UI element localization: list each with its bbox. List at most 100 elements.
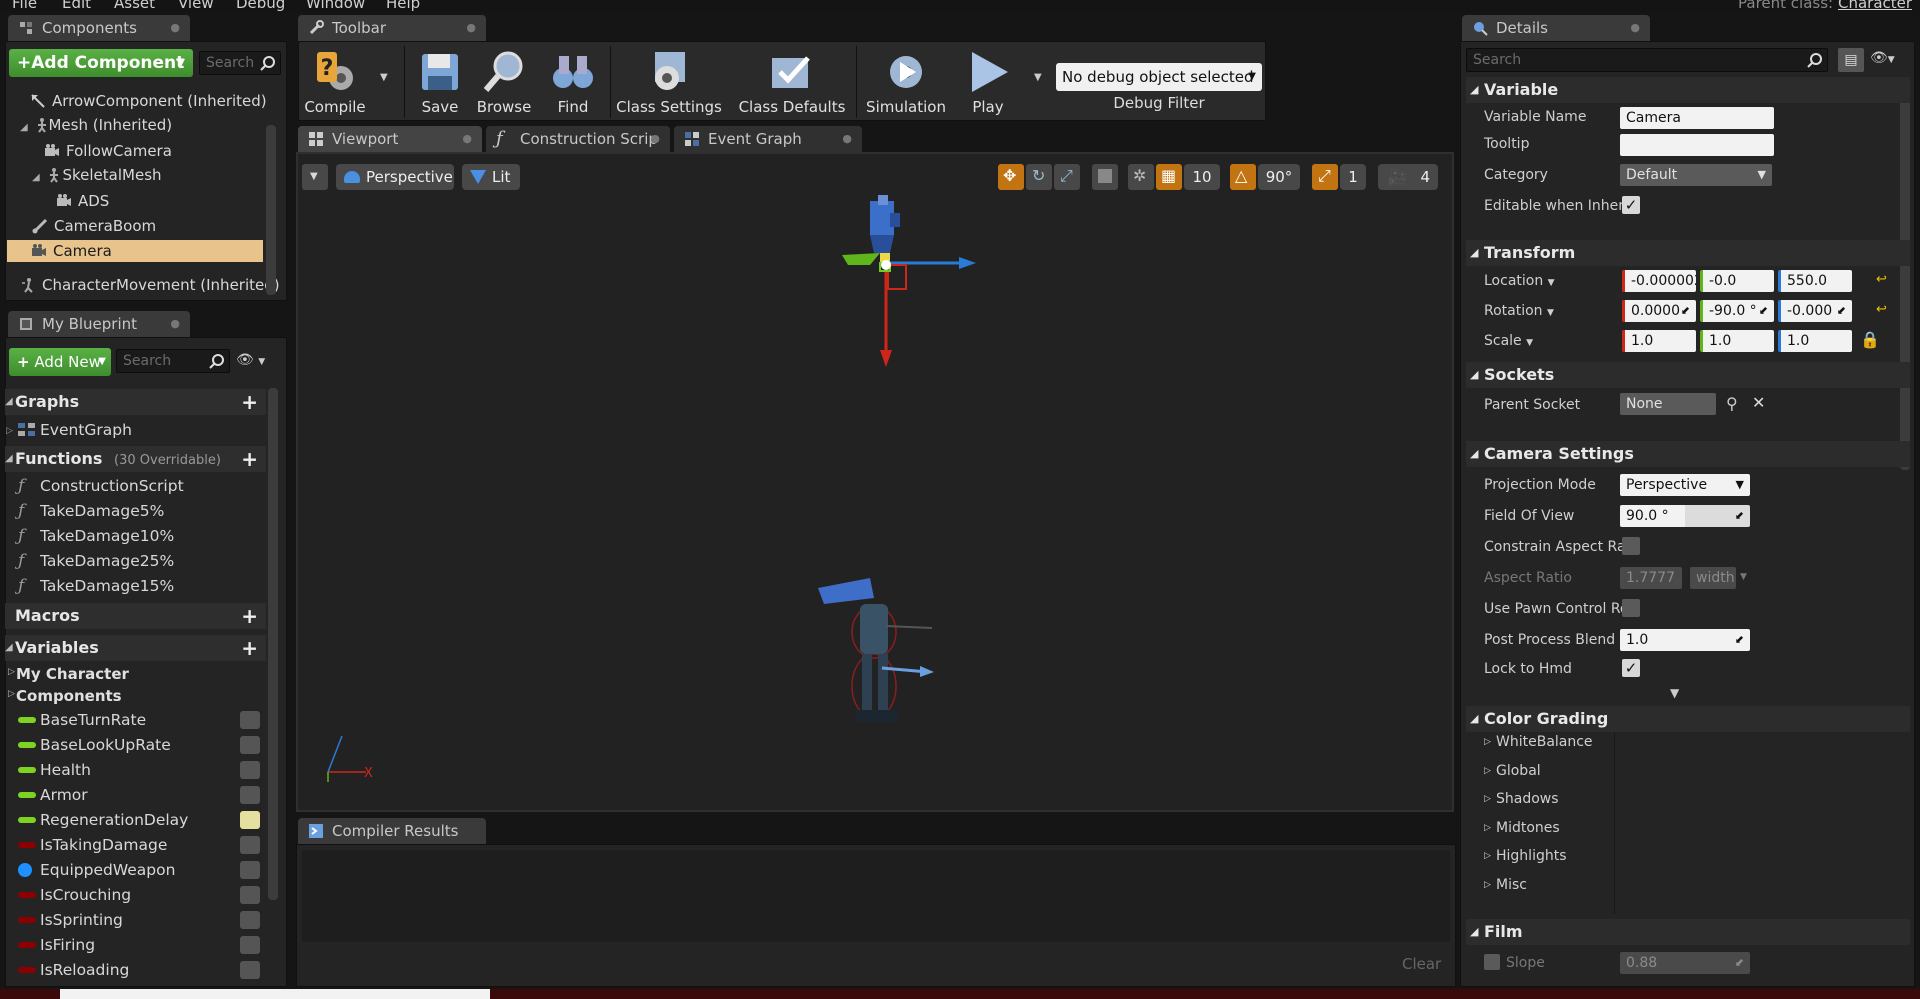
variable-row[interactable]: IsFiring	[14, 934, 260, 956]
tree-item-cameraboom[interactable]: CameraBoom	[32, 215, 156, 237]
close-icon[interactable]: ●	[170, 311, 180, 337]
color-grading-item[interactable]: ▷ WhiteBalance	[1484, 734, 1593, 750]
color-grading-item[interactable]: ▷ Misc	[1484, 877, 1527, 893]
section-variable[interactable]: ◢ Variable	[1466, 77, 1910, 103]
function-item[interactable]: ƒ TakeDamage5%	[14, 500, 164, 522]
scale-snap-toggle[interactable]: ⤢	[1312, 164, 1338, 190]
tree-item-charactermovement[interactable]: CharacterMovement (Inherited)	[20, 274, 280, 296]
section-film[interactable]: ◢ Film	[1466, 919, 1910, 945]
function-item[interactable]: ƒ ConstructionScript	[14, 475, 184, 497]
scale-x-input[interactable]: 1.0	[1622, 330, 1696, 352]
menu-file[interactable]: File	[12, 0, 37, 12]
variable-row[interactable]: IsTakingDamage	[14, 834, 260, 856]
section-sockets[interactable]: ◢ Sockets	[1466, 362, 1910, 388]
add-new-button[interactable]: + Add New ▼	[9, 348, 111, 376]
lock-to-hmd-checkbox[interactable]: ✓	[1622, 659, 1640, 677]
variable-group-my-character[interactable]: ▷ My Character	[8, 665, 129, 683]
function-item[interactable]: ƒ TakeDamage15%	[14, 575, 174, 597]
scale-tool-button[interactable]: ⤢	[1054, 164, 1080, 190]
location-label[interactable]: Location ▼	[1484, 273, 1555, 289]
variables-category[interactable]: ◢ Variables +	[5, 635, 266, 661]
section-camera-settings[interactable]: ◢ Camera Settings	[1466, 441, 1910, 467]
close-icon[interactable]: ●	[650, 126, 660, 152]
tab-event-graph[interactable]: Event Graph ●	[674, 126, 862, 152]
lock-icon[interactable]: 🔒	[1860, 330, 1880, 349]
surface-snap-button[interactable]: ✲	[1128, 164, 1154, 190]
tab-compiler-results[interactable]: Compiler Results	[298, 818, 486, 844]
details-search-input[interactable]: Search	[1466, 48, 1828, 72]
blueprint-search-input[interactable]: Search	[116, 349, 230, 373]
variable-row[interactable]: EquippedWeapon	[14, 859, 260, 881]
variable-row[interactable]: Armor	[14, 784, 260, 806]
close-icon[interactable]: ●	[466, 15, 476, 41]
category-select[interactable]: Default ▼	[1620, 164, 1772, 186]
reset-rotation-icon[interactable]: ↩	[1876, 302, 1887, 317]
parent-class-link[interactable]: Character	[1838, 0, 1912, 12]
grid-snap-value[interactable]: 10	[1184, 164, 1220, 190]
use-pawn-control-rotation-checkbox[interactable]	[1622, 599, 1640, 617]
add-component-button[interactable]: +Add Component ▼	[9, 49, 193, 77]
eye-closed-icon[interactable]	[240, 786, 260, 804]
find-button[interactable]: Find	[540, 46, 606, 118]
rotate-tool-button[interactable]: ↻	[1026, 164, 1052, 190]
color-grading-item[interactable]: ▷ Shadows	[1484, 791, 1559, 807]
rotation-z-input[interactable]: -0.000 ⬋	[1778, 300, 1852, 322]
eye-closed-icon[interactable]	[240, 936, 260, 954]
debug-object-select[interactable]: No debug object selected ▼	[1056, 63, 1262, 91]
eye-closed-icon[interactable]	[240, 736, 260, 754]
view-options-eye-icon[interactable]: 👁 ▼	[236, 352, 276, 372]
constrain-aspect-ratio-checkbox[interactable]	[1622, 537, 1640, 555]
color-grading-item[interactable]: ▷ Global	[1484, 763, 1541, 779]
projection-mode-select[interactable]: Perspective ▼	[1620, 474, 1750, 496]
eye-closed-icon[interactable]	[240, 836, 260, 854]
translate-tool-button[interactable]: ✥	[998, 164, 1024, 190]
scale-snap-value[interactable]: 1	[1340, 164, 1366, 190]
tree-item-skeletalmesh[interactable]: ◢ SkeletalMesh	[32, 164, 162, 186]
location-x-input[interactable]: -0.000002	[1622, 270, 1696, 292]
add-function-plus-icon[interactable]: +	[241, 446, 258, 472]
add-graph-plus-icon[interactable]: +	[241, 389, 258, 415]
tab-details[interactable]: Details ●	[1462, 15, 1650, 41]
close-icon[interactable]: ●	[842, 126, 852, 152]
reset-location-icon[interactable]: ↩	[1876, 272, 1887, 287]
blueprint-scrollbar[interactable]	[268, 388, 278, 900]
simulation-button[interactable]: Simulation	[860, 46, 952, 118]
rotation-snap-toggle[interactable]: △	[1230, 164, 1256, 190]
clear-socket-close-icon[interactable]: ✕	[1752, 393, 1765, 412]
variable-row[interactable]: RegenerationDelay	[14, 809, 260, 831]
class-settings-button[interactable]: Class Settings	[614, 46, 724, 118]
tree-item-camera[interactable]: Camera	[7, 240, 263, 262]
eye-closed-icon[interactable]	[240, 861, 260, 879]
browse-socket-search-icon[interactable]: ⚲	[1726, 394, 1738, 413]
camera-speed-button[interactable]: 🎥 4	[1378, 164, 1438, 190]
tooltip-input[interactable]	[1620, 134, 1774, 156]
close-icon[interactable]: ●	[462, 126, 472, 152]
details-scrollbar[interactable]	[1900, 80, 1910, 470]
close-icon[interactable]: ●	[170, 15, 180, 41]
scale-z-input[interactable]: 1.0	[1778, 330, 1852, 352]
variable-name-input[interactable]: Camera	[1620, 107, 1774, 129]
menu-window[interactable]: Window	[306, 0, 365, 12]
compile-button[interactable]: ? Compile	[300, 46, 370, 118]
save-button[interactable]: Save	[410, 46, 470, 118]
play-options-chevron-icon[interactable]: ▼	[1034, 72, 1042, 83]
lit-button[interactable]: Lit	[462, 164, 520, 190]
perspective-button[interactable]: Perspective	[336, 164, 454, 190]
components-search-input[interactable]: Search	[199, 51, 281, 75]
tree-item-followcamera[interactable]: FollowCamera	[44, 140, 172, 162]
parent-socket-input[interactable]: None	[1620, 393, 1716, 415]
eye-closed-icon[interactable]	[240, 711, 260, 729]
world-local-button[interactable]	[1092, 164, 1118, 190]
variable-row[interactable]: IsSprinting	[14, 909, 260, 931]
editable-when-inherited-checkbox[interactable]: ✓	[1622, 196, 1640, 214]
color-grading-item[interactable]: ▷ Midtones	[1484, 820, 1560, 836]
variable-row[interactable]: BaseLookUpRate	[14, 734, 260, 756]
tab-toolbar[interactable]: Toolbar ●	[298, 15, 486, 41]
post-process-blend-input[interactable]: 1.0 ⬋	[1620, 629, 1750, 651]
eye-closed-icon[interactable]	[240, 961, 260, 979]
rotation-snap-value[interactable]: 90°	[1258, 164, 1300, 190]
section-transform[interactable]: ◢ Transform	[1466, 240, 1910, 266]
tree-item-arrowcomponent[interactable]: ArrowComponent (Inherited)	[30, 90, 267, 112]
tab-my-blueprint[interactable]: My Blueprint ●	[8, 311, 190, 337]
visibility-eye-icon[interactable]: 👁▼	[1870, 50, 1895, 66]
